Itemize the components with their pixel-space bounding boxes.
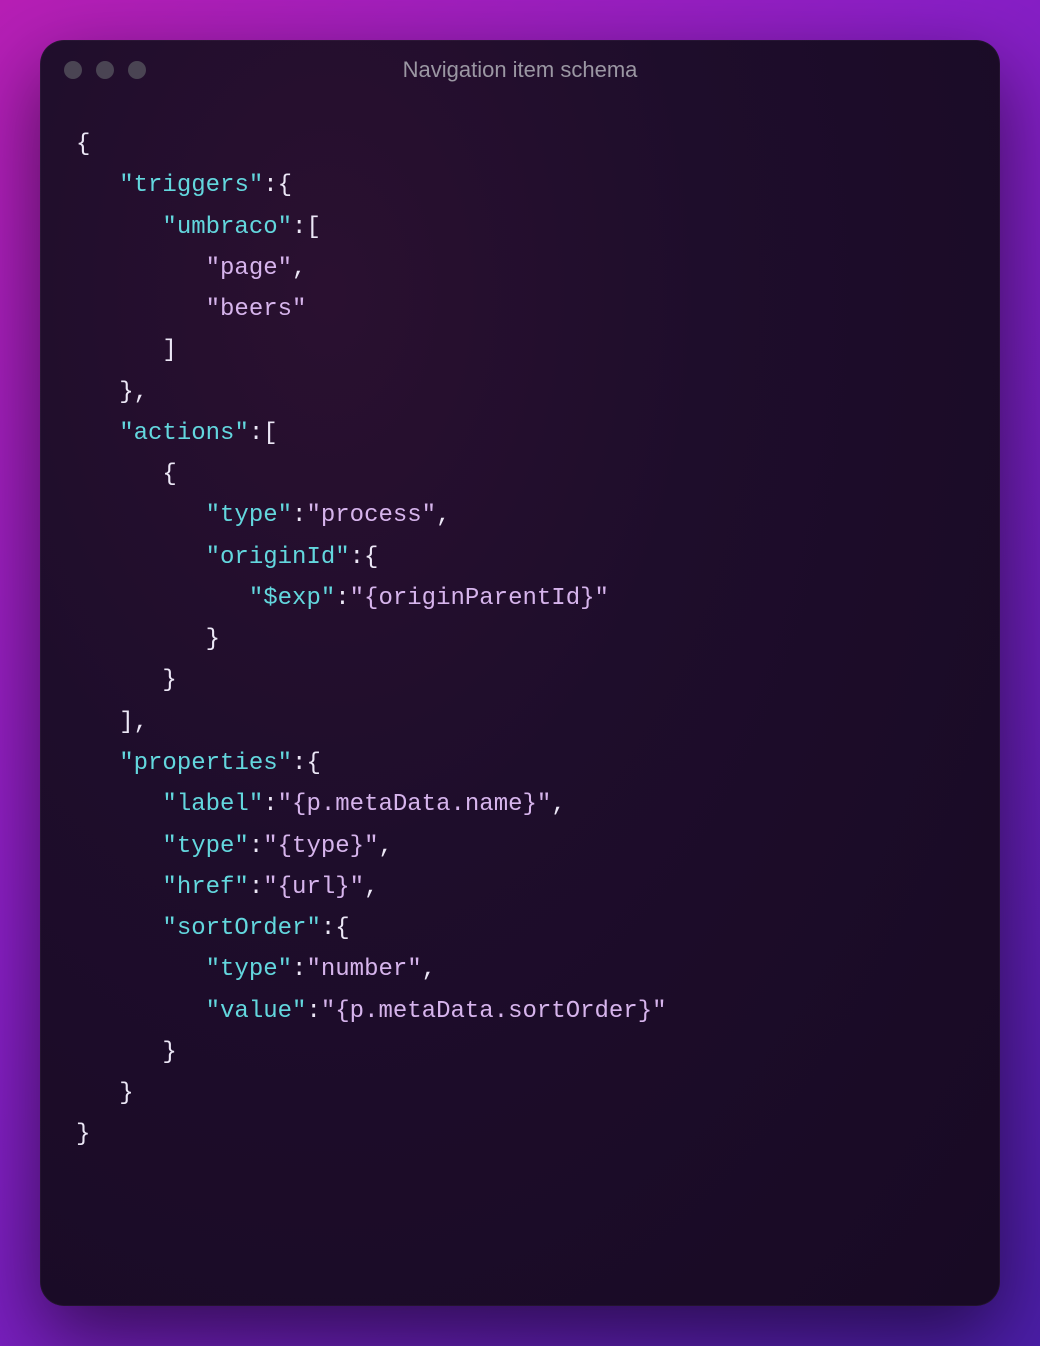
json-key: "label" [162,791,263,818]
json-key: "actions" [119,420,249,447]
json-key: "type" [206,956,292,983]
traffic-lights [64,61,146,79]
json-key: "$exp" [249,585,335,612]
json-key: "type" [206,502,292,529]
json-string: "process" [306,502,436,529]
json-string: "{p.metaData.name}" [278,791,552,818]
json-key: "originId" [206,544,350,571]
window-title: Navigation item schema [40,57,1000,83]
json-string: "{p.metaData.sortOrder}" [321,998,667,1025]
json-key: "value" [206,998,307,1025]
json-string: "{originParentId}" [350,585,609,612]
json-key: "sortOrder" [162,915,320,942]
json-string: "beers" [206,296,307,323]
json-key: "href" [162,874,248,901]
window-minimize-dot[interactable] [96,61,114,79]
window-maximize-dot[interactable] [128,61,146,79]
window-close-dot[interactable] [64,61,82,79]
json-key: "properties" [119,750,292,777]
json-string: "page" [206,255,292,282]
json-string: "{type}" [263,833,378,860]
titlebar: Navigation item schema [40,40,1000,100]
json-key: "type" [162,833,248,860]
json-key: "triggers" [119,172,263,199]
code-window: Navigation item schema { "triggers":{ "u… [40,40,1000,1306]
gradient-background: Navigation item schema { "triggers":{ "u… [0,0,1040,1346]
json-key: "umbraco" [162,214,292,241]
code-area: { "triggers":{ "umbraco":[ "page", "beer… [40,100,1000,1306]
json-string: "number" [306,956,421,983]
json-string: "{url}" [263,874,364,901]
